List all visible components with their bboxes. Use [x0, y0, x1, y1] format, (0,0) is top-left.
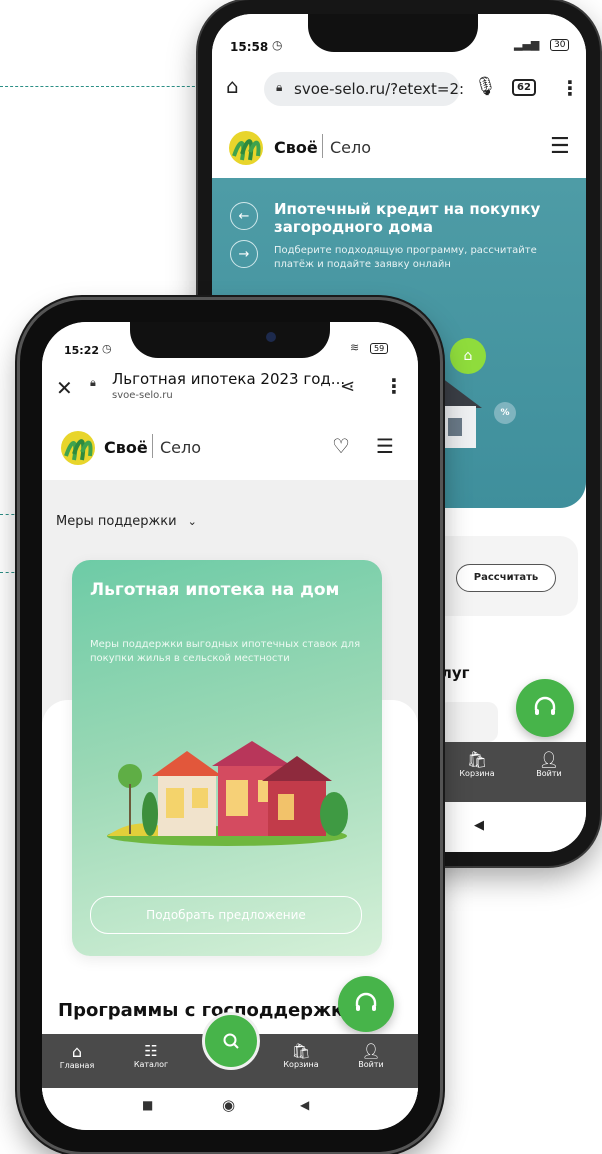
- nav-cart[interactable]: 🛍︎ Корзина: [276, 1042, 326, 1069]
- front-phone-screen: 15:22 ◷ ≋ 59 ✕ 🔒︎ Льготная ипотека 2023 …: [42, 322, 418, 1130]
- system-home-icon[interactable]: ◉: [222, 1096, 235, 1114]
- front-notch: [130, 322, 330, 358]
- share-icon[interactable]: ⋖: [340, 376, 355, 397]
- back-notch: [308, 14, 478, 52]
- connector-line-low: [0, 572, 20, 573]
- back-status-time: 15:58: [230, 40, 269, 54]
- connector-line-mid: [0, 514, 20, 515]
- prev-arrow-icon[interactable]: ←: [230, 202, 258, 230]
- nav-login-label: Войти: [358, 1060, 384, 1069]
- nav-catalog-label: Каталог: [133, 1060, 169, 1069]
- chevron-down-icon: ⌄: [187, 515, 197, 528]
- search-icon: [223, 1033, 239, 1049]
- camera-icon: [266, 332, 276, 342]
- front-phone: 15:22 ◷ ≋ 59 ✕ 🔒︎ Льготная ипотека 2023 …: [20, 300, 440, 1152]
- user-icon: 👤︎: [361, 1042, 381, 1060]
- support-measures-dropdown[interactable]: Меры поддержки ⌄: [56, 510, 197, 530]
- back-nav-cart-label: Корзина: [459, 769, 495, 778]
- front-battery: 59: [370, 343, 389, 354]
- nav-catalog[interactable]: ☷ Каталог: [126, 1042, 176, 1069]
- front-page-title: Льготная ипотека 2023 год...: [112, 370, 346, 388]
- back-nav-login-label: Войти: [536, 769, 562, 778]
- calculate-button[interactable]: Рассчитать: [456, 564, 556, 592]
- front-browser-bar: ✕ 🔒︎ Льготная ипотека 2023 год... svoe-s…: [42, 364, 418, 417]
- cart-icon: 🛍︎: [291, 1042, 311, 1060]
- nav-cart-label: Корзина: [283, 1060, 319, 1069]
- next-arrow-icon[interactable]: →: [230, 240, 258, 268]
- front-status-time: 15:22: [64, 344, 100, 357]
- alarm-icon: ◷: [272, 38, 283, 52]
- back-nav-cart[interactable]: 🛍︎ Корзина: [452, 750, 502, 778]
- percent-badge-icon: %: [494, 402, 516, 424]
- promo-card: Льготная ипотека на дом Меры поддержки в…: [72, 560, 382, 956]
- back-url-text: svoe-selo.ru/?etext=2:: [294, 80, 465, 98]
- back-hero-title: Ипотечный кредит на покупку загородного …: [274, 200, 541, 236]
- front-site-header: Своё Село ♡ ☰: [42, 416, 418, 480]
- support-chat-button[interactable]: [516, 679, 574, 737]
- front-page-domain: svoe-selo.ru: [112, 390, 173, 401]
- back-browser-bar: ⌂ 🔒︎ svoe-selo.ru/?etext=2: 🎙︎ 62 ⋮: [212, 62, 586, 119]
- nav-login[interactable]: 👤︎ Войти: [346, 1042, 396, 1069]
- back-nav-login[interactable]: 👤︎ Войти: [524, 750, 574, 778]
- promo-card-subtitle: Меры поддержки выгодных ипотечных ставок…: [90, 639, 361, 664]
- nav-home-label: Главная: [59, 1061, 95, 1070]
- wifi-icon: ≋: [350, 341, 360, 354]
- support-chat-button[interactable]: [338, 976, 394, 1032]
- lock-icon: 🔒︎: [276, 80, 283, 94]
- headset-icon: [534, 696, 556, 715]
- nav-home[interactable]: ⌂ Главная: [52, 1042, 102, 1070]
- back-url-field[interactable]: 🔒︎ svoe-selo.ru/?etext=2:: [264, 72, 464, 106]
- home-icon[interactable]: ⌂: [226, 74, 239, 98]
- choose-offer-button[interactable]: Подобрать предложение: [90, 896, 362, 934]
- cart-icon: 🛍︎: [466, 750, 488, 769]
- logo-brand: Своё: [274, 138, 318, 157]
- back-site-header: Своё Село ☰: [212, 118, 586, 178]
- alarm-icon: ◷: [102, 342, 112, 355]
- lock-icon: 🔒︎: [90, 376, 96, 389]
- catalog-icon: ☷: [144, 1042, 158, 1060]
- mic-icon[interactable]: 🎙︎: [474, 76, 497, 97]
- close-tab-icon[interactable]: ✕: [56, 376, 73, 400]
- signal-icon: ▂▄▆: [514, 38, 540, 51]
- front-system-nav: ■ ◉ ◀: [42, 1088, 418, 1130]
- logo-divider: [152, 434, 153, 458]
- logo-divider: [322, 134, 323, 158]
- houses-illustration: [102, 736, 352, 846]
- heart-icon[interactable]: ♡: [332, 434, 350, 458]
- system-back-icon[interactable]: ◀: [300, 1098, 309, 1112]
- system-recents-icon[interactable]: ■: [142, 1098, 153, 1112]
- more-menu-icon[interactable]: ⋮: [384, 374, 404, 398]
- user-icon: 👤︎: [538, 750, 560, 769]
- more-menu-icon[interactable]: ⋮: [560, 76, 580, 100]
- back-service-card: [438, 702, 498, 742]
- back-battery: 30: [550, 39, 570, 51]
- promo-card-title: Льготная ипотека на дом: [90, 580, 340, 600]
- logo-brand2: Село: [160, 438, 202, 457]
- home-icon: ⌂: [71, 1042, 83, 1061]
- logo-brand: Своё: [104, 438, 148, 457]
- back-hero-subtitle: Подберите подходящую программу, рассчита…: [274, 245, 537, 270]
- logo-icon: [60, 430, 96, 466]
- support-dropdown-label: Меры поддержки: [56, 514, 177, 529]
- system-back-icon[interactable]: ◀: [474, 818, 484, 833]
- search-button[interactable]: [202, 1012, 260, 1070]
- tabs-count-button[interactable]: 62: [512, 79, 536, 96]
- hamburger-menu-icon[interactable]: ☰: [376, 434, 394, 458]
- logo-icon: [228, 130, 264, 166]
- headset-icon: [355, 992, 377, 1011]
- hamburger-menu-icon[interactable]: ☰: [550, 134, 570, 159]
- logo-brand2: Село: [330, 138, 372, 157]
- connector-line-top: [0, 86, 205, 87]
